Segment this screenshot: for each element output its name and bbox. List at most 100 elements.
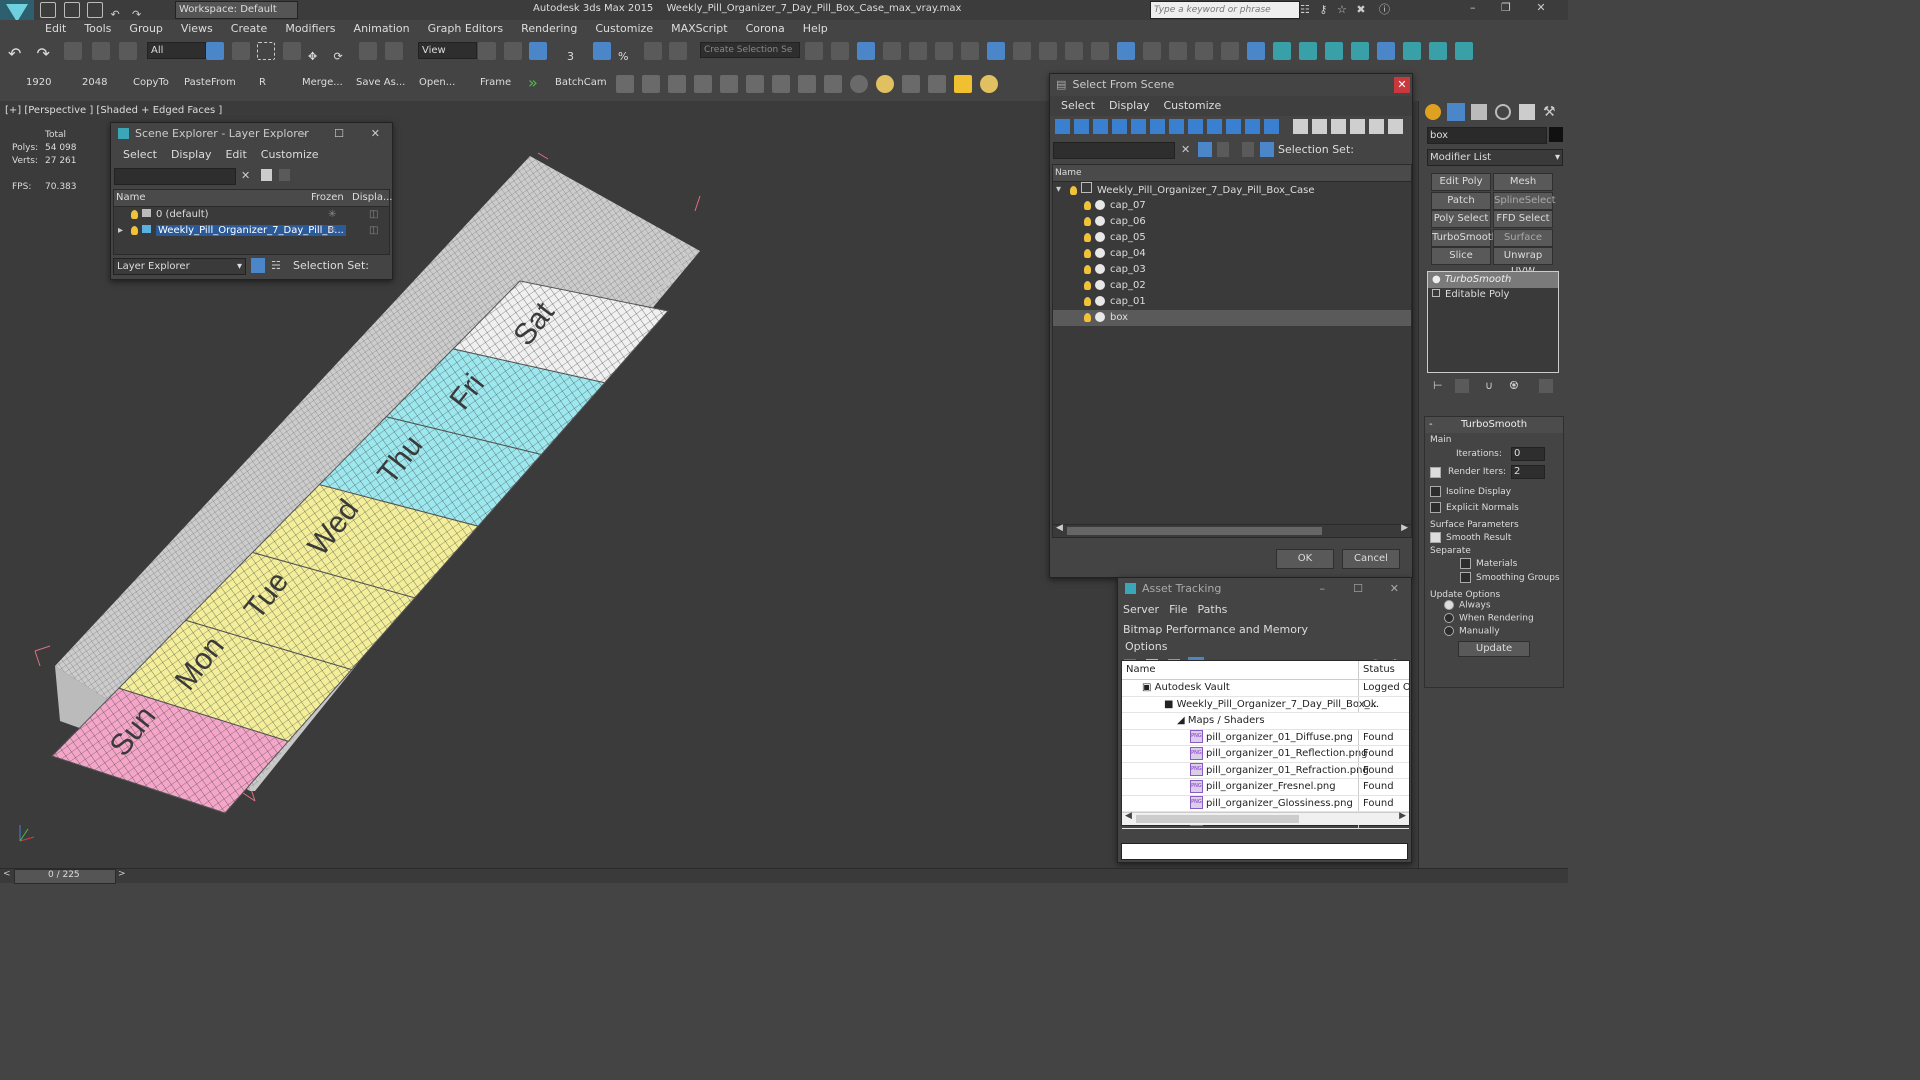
- dome-icon[interactable]: [850, 75, 868, 93]
- light-bulb-icon[interactable]: [1070, 185, 1077, 195]
- scene-object-row[interactable]: cap_03: [1053, 262, 1411, 278]
- hierarchy-icon[interactable]: ☵: [271, 259, 281, 272]
- clear-search-icon[interactable]: ✕: [1181, 143, 1190, 156]
- name-column-header[interactable]: Name: [1053, 165, 1411, 182]
- manually-radio[interactable]: [1444, 626, 1454, 636]
- menu-customize[interactable]: Customize: [586, 20, 662, 38]
- filter-icon[interactable]: [1198, 142, 1212, 157]
- light-bulb-icon[interactable]: [131, 209, 138, 219]
- light-bulb-icon[interactable]: [720, 75, 738, 93]
- key-icon[interactable]: ⚷: [1319, 3, 1327, 16]
- invert-selection-icon[interactable]: [1331, 119, 1346, 134]
- asset-path-field[interactable]: [1121, 843, 1408, 860]
- menu-corona[interactable]: Corona: [737, 20, 794, 38]
- collapse-icon[interactable]: [1388, 119, 1403, 134]
- menu-graph-editors[interactable]: Graph Editors: [419, 20, 513, 38]
- place-icon[interactable]: [384, 42, 403, 60]
- spacewarps-filter-icon[interactable]: [1150, 119, 1165, 134]
- select-none-icon[interactable]: [1312, 119, 1327, 134]
- keyboard-shortcut-icon[interactable]: [529, 42, 547, 60]
- hidden-filter-icon[interactable]: [1264, 119, 1279, 134]
- asset-row[interactable]: PNG pill_organizer_Glossiness.png Found: [1122, 795, 1409, 812]
- script-button-copyto[interactable]: CopyTo: [133, 77, 169, 88]
- layer-add-icon[interactable]: [279, 169, 290, 181]
- settings-icon[interactable]: [1429, 42, 1447, 60]
- close-icon[interactable]: ✕: [371, 123, 380, 145]
- pin-stack-icon[interactable]: ⊢: [1433, 379, 1443, 392]
- selection-filter-dropdown[interactable]: All: [147, 42, 206, 59]
- help-icon[interactable]: ⓘ: [1379, 3, 1390, 16]
- stack-item-turbosmooth[interactable]: ● TurboSmooth: [1428, 272, 1558, 288]
- light-bulb-icon[interactable]: [1084, 248, 1091, 258]
- script-button-2048[interactable]: 2048: [82, 77, 107, 88]
- material-editor-icon[interactable]: [987, 42, 1005, 60]
- at-menu-bitmap-performance-and-memory[interactable]: Bitmap Performance and Memory: [1118, 620, 1313, 640]
- expand-arrow-icon[interactable]: ▸: [118, 223, 123, 239]
- snap-toggle-icon[interactable]: 3: [567, 50, 585, 68]
- script-button-batchcam[interactable]: BatchCam: [555, 77, 607, 88]
- percent-snap-icon[interactable]: %: [618, 50, 636, 68]
- modifier-button-ffd-select[interactable]: FFD Select: [1493, 210, 1553, 228]
- close-icon[interactable]: ✕: [1536, 1, 1545, 14]
- light-bulb-icon[interactable]: ●: [1432, 274, 1441, 285]
- select-all-icon[interactable]: [1293, 119, 1308, 134]
- maximize-icon[interactable]: ☐: [1353, 578, 1363, 600]
- unlink-icon[interactable]: [91, 42, 110, 60]
- render-frame-icon[interactable]: [642, 75, 660, 93]
- close-icon[interactable]: ✕: [1390, 578, 1399, 600]
- scene-object-row[interactable]: cap_07: [1053, 198, 1411, 214]
- scroll-right-icon[interactable]: ▶: [1399, 811, 1406, 821]
- modifier-button-splineselect[interactable]: SplineSelect: [1493, 191, 1556, 210]
- toggle-layer-explorer-icon[interactable]: [883, 42, 901, 60]
- motion-tab-icon[interactable]: [1495, 104, 1511, 120]
- scroll-left-icon[interactable]: ◀: [1056, 523, 1063, 533]
- scene-object-row[interactable]: cap_02: [1053, 278, 1411, 294]
- col-name[interactable]: Name: [1126, 661, 1156, 679]
- script-button-1920[interactable]: 1920: [26, 77, 51, 88]
- menu-maxscript[interactable]: MAXScript: [662, 20, 736, 38]
- containers-filter-icon[interactable]: [1226, 119, 1241, 134]
- sort-icon[interactable]: [1369, 119, 1384, 134]
- shapes-filter-icon[interactable]: [1074, 119, 1089, 134]
- light-bulb-icon[interactable]: [1084, 232, 1091, 242]
- display-tab-icon[interactable]: [1519, 104, 1535, 120]
- layers-icon[interactable]: [1242, 142, 1254, 157]
- schematic-view-icon[interactable]: [961, 42, 979, 60]
- particles-icon[interactable]: [746, 75, 764, 93]
- layer-row[interactable]: ▸ Weekly_Pill_Organizer_7_Day_Pill_B... …: [114, 223, 389, 239]
- menu-rendering[interactable]: Rendering: [512, 20, 586, 38]
- batchcam-chevron-icon[interactable]: »: [528, 73, 538, 92]
- named-selection-sets[interactable]: Create Selection Se: [700, 42, 800, 58]
- select-manipulate-icon[interactable]: [503, 42, 522, 60]
- cancel-button[interactable]: Cancel: [1342, 549, 1400, 569]
- asset-row[interactable]: PNG pill_organizer_01_Diffuse.png Found: [1122, 729, 1409, 746]
- maximize-icon[interactable]: ☐: [334, 123, 344, 145]
- asset-row[interactable]: PNG pill_organizer_01_Refraction.png Found: [1122, 762, 1409, 779]
- stack-item-editable-poly[interactable]: Editable Poly: [1428, 288, 1558, 301]
- modifier-button-turbosmooth[interactable]: TurboSmooth: [1431, 228, 1498, 247]
- display-icon[interactable]: ◫: [369, 223, 378, 239]
- grid-icon[interactable]: [694, 75, 712, 93]
- tree-icon[interactable]: [1169, 42, 1187, 60]
- hierarchy-icon[interactable]: [1260, 142, 1274, 157]
- iterations-spinner[interactable]: 0: [1511, 447, 1545, 461]
- plant-icon[interactable]: [902, 75, 920, 93]
- curve-editor-icon[interactable]: [935, 42, 953, 60]
- light-bulb-icon[interactable]: [1084, 280, 1091, 290]
- edit-named-sets-icon[interactable]: [669, 42, 687, 60]
- lights-filter-icon[interactable]: [1093, 119, 1108, 134]
- sfs-menu-select[interactable]: Select: [1054, 96, 1102, 116]
- at-menu-file[interactable]: File: [1164, 600, 1192, 620]
- modifier-button-patch-select[interactable]: Patch Select: [1431, 191, 1491, 222]
- light-bulb-icon[interactable]: [1084, 216, 1091, 226]
- close-icon[interactable]: ✕: [1394, 77, 1410, 93]
- menu-help[interactable]: Help: [794, 20, 837, 38]
- layer-row[interactable]: 0 (default) ✳ ◫: [114, 207, 389, 223]
- rollout-header[interactable]: - TurboSmooth: [1425, 417, 1563, 433]
- exchange-icon[interactable]: ✖: [1356, 3, 1365, 16]
- when-rendering-radio[interactable]: [1444, 613, 1454, 623]
- reference-coord-dropdown[interactable]: View: [418, 42, 477, 59]
- render-iterative-icon[interactable]: [1091, 42, 1109, 60]
- scene-object-row[interactable]: box: [1053, 310, 1411, 326]
- light-bulb-icon[interactable]: [131, 225, 138, 235]
